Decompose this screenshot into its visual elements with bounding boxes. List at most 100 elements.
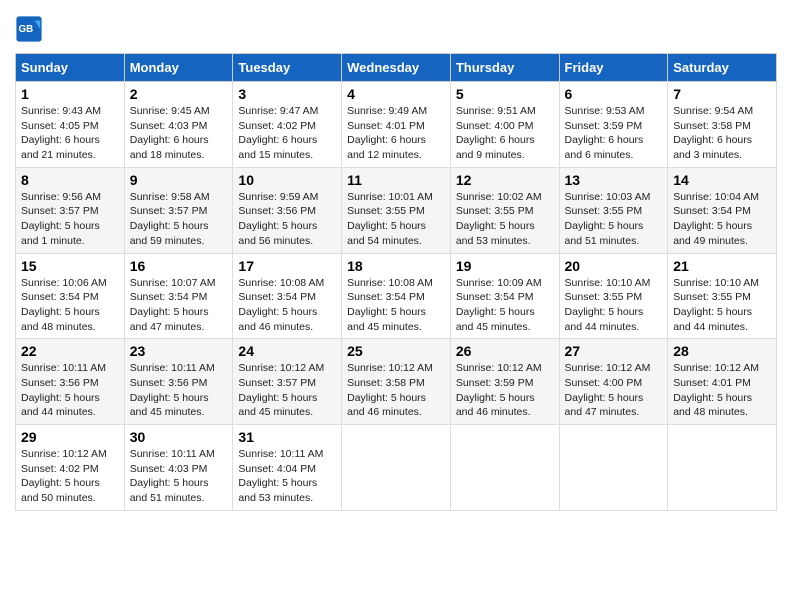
day-number: 8 (21, 172, 119, 188)
svg-text:GB: GB (19, 24, 34, 35)
day-number: 21 (673, 258, 771, 274)
calendar-cell (450, 425, 559, 511)
calendar-cell: 21 Sunrise: 10:10 AMSunset: 3:55 PMDayli… (668, 253, 777, 339)
day-number: 24 (238, 343, 336, 359)
calendar-cell (342, 425, 451, 511)
day-info: Sunrise: 10:09 AMSunset: 3:54 PMDaylight… (456, 277, 542, 333)
day-info: Sunrise: 10:11 AMSunset: 3:56 PMDaylight… (21, 362, 106, 418)
day-info: Sunrise: 9:59 AMSunset: 3:56 PMDaylight:… (238, 191, 318, 247)
col-header-thursday: Thursday (450, 54, 559, 82)
calendar-cell: 19 Sunrise: 10:09 AMSunset: 3:54 PMDayli… (450, 253, 559, 339)
day-number: 2 (130, 86, 228, 102)
day-number: 5 (456, 86, 554, 102)
day-info: Sunrise: 10:12 AMSunset: 4:01 PMDaylight… (673, 362, 759, 418)
day-number: 10 (238, 172, 336, 188)
day-info: Sunrise: 10:12 AMSunset: 3:58 PMDaylight… (347, 362, 433, 418)
calendar-cell: 14 Sunrise: 10:04 AMSunset: 3:54 PMDayli… (668, 167, 777, 253)
day-info: Sunrise: 10:12 AMSunset: 3:57 PMDaylight… (238, 362, 324, 418)
day-info: Sunrise: 10:12 AMSunset: 4:02 PMDaylight… (21, 448, 107, 504)
logo-icon: GB (15, 15, 43, 43)
day-number: 13 (565, 172, 663, 188)
calendar-cell: 12 Sunrise: 10:02 AMSunset: 3:55 PMDayli… (450, 167, 559, 253)
calendar-cell: 7 Sunrise: 9:54 AMSunset: 3:58 PMDayligh… (668, 82, 777, 168)
day-number: 9 (130, 172, 228, 188)
day-info: Sunrise: 9:56 AMSunset: 3:57 PMDaylight:… (21, 191, 101, 247)
day-number: 14 (673, 172, 771, 188)
day-info: Sunrise: 9:49 AMSunset: 4:01 PMDaylight:… (347, 105, 427, 161)
calendar-cell: 17 Sunrise: 10:08 AMSunset: 3:54 PMDayli… (233, 253, 342, 339)
calendar-cell: 28 Sunrise: 10:12 AMSunset: 4:01 PMDayli… (668, 339, 777, 425)
col-header-monday: Monday (124, 54, 233, 82)
day-info: Sunrise: 9:58 AMSunset: 3:57 PMDaylight:… (130, 191, 210, 247)
calendar-cell: 10 Sunrise: 9:59 AMSunset: 3:56 PMDaylig… (233, 167, 342, 253)
day-number: 16 (130, 258, 228, 274)
day-info: Sunrise: 10:08 AMSunset: 3:54 PMDaylight… (238, 277, 324, 333)
day-number: 28 (673, 343, 771, 359)
day-number: 26 (456, 343, 554, 359)
calendar-table: SundayMondayTuesdayWednesdayThursdayFrid… (15, 53, 777, 511)
calendar-cell (559, 425, 668, 511)
calendar-cell: 5 Sunrise: 9:51 AMSunset: 4:00 PMDayligh… (450, 82, 559, 168)
day-number: 27 (565, 343, 663, 359)
calendar-cell: 11 Sunrise: 10:01 AMSunset: 3:55 PMDayli… (342, 167, 451, 253)
header: GB (15, 15, 777, 43)
col-header-friday: Friday (559, 54, 668, 82)
calendar-cell: 29 Sunrise: 10:12 AMSunset: 4:02 PMDayli… (16, 425, 125, 511)
calendar-cell: 25 Sunrise: 10:12 AMSunset: 3:58 PMDayli… (342, 339, 451, 425)
calendar-cell: 23 Sunrise: 10:11 AMSunset: 3:56 PMDayli… (124, 339, 233, 425)
col-header-wednesday: Wednesday (342, 54, 451, 82)
day-info: Sunrise: 9:47 AMSunset: 4:02 PMDaylight:… (238, 105, 318, 161)
day-number: 23 (130, 343, 228, 359)
day-info: Sunrise: 9:43 AMSunset: 4:05 PMDaylight:… (21, 105, 101, 161)
calendar-cell: 22 Sunrise: 10:11 AMSunset: 3:56 PMDayli… (16, 339, 125, 425)
day-number: 7 (673, 86, 771, 102)
day-info: Sunrise: 9:53 AMSunset: 3:59 PMDaylight:… (565, 105, 645, 161)
calendar-cell: 6 Sunrise: 9:53 AMSunset: 3:59 PMDayligh… (559, 82, 668, 168)
day-info: Sunrise: 10:11 AMSunset: 4:03 PMDaylight… (130, 448, 215, 504)
day-info: Sunrise: 10:01 AMSunset: 3:55 PMDaylight… (347, 191, 433, 247)
day-number: 15 (21, 258, 119, 274)
day-number: 19 (456, 258, 554, 274)
day-number: 31 (238, 429, 336, 445)
day-info: Sunrise: 10:12 AMSunset: 4:00 PMDaylight… (565, 362, 651, 418)
calendar-cell (668, 425, 777, 511)
calendar-cell: 26 Sunrise: 10:12 AMSunset: 3:59 PMDayli… (450, 339, 559, 425)
day-number: 25 (347, 343, 445, 359)
col-header-sunday: Sunday (16, 54, 125, 82)
calendar-cell: 16 Sunrise: 10:07 AMSunset: 3:54 PMDayli… (124, 253, 233, 339)
calendar-cell: 3 Sunrise: 9:47 AMSunset: 4:02 PMDayligh… (233, 82, 342, 168)
day-info: Sunrise: 9:51 AMSunset: 4:00 PMDaylight:… (456, 105, 536, 161)
day-info: Sunrise: 10:11 AMSunset: 3:56 PMDaylight… (130, 362, 215, 418)
day-info: Sunrise: 10:10 AMSunset: 3:55 PMDaylight… (673, 277, 759, 333)
day-info: Sunrise: 10:11 AMSunset: 4:04 PMDaylight… (238, 448, 323, 504)
calendar-cell: 15 Sunrise: 10:06 AMSunset: 3:54 PMDayli… (16, 253, 125, 339)
day-number: 22 (21, 343, 119, 359)
calendar-cell: 30 Sunrise: 10:11 AMSunset: 4:03 PMDayli… (124, 425, 233, 511)
day-number: 6 (565, 86, 663, 102)
calendar-cell: 20 Sunrise: 10:10 AMSunset: 3:55 PMDayli… (559, 253, 668, 339)
day-info: Sunrise: 10:07 AMSunset: 3:54 PMDaylight… (130, 277, 216, 333)
day-number: 4 (347, 86, 445, 102)
day-number: 3 (238, 86, 336, 102)
calendar-cell: 31 Sunrise: 10:11 AMSunset: 4:04 PMDayli… (233, 425, 342, 511)
calendar-cell: 4 Sunrise: 9:49 AMSunset: 4:01 PMDayligh… (342, 82, 451, 168)
calendar-cell: 13 Sunrise: 10:03 AMSunset: 3:55 PMDayli… (559, 167, 668, 253)
day-info: Sunrise: 10:10 AMSunset: 3:55 PMDaylight… (565, 277, 651, 333)
day-info: Sunrise: 10:03 AMSunset: 3:55 PMDaylight… (565, 191, 651, 247)
day-number: 20 (565, 258, 663, 274)
day-info: Sunrise: 10:02 AMSunset: 3:55 PMDaylight… (456, 191, 542, 247)
day-number: 18 (347, 258, 445, 274)
logo: GB (15, 15, 47, 43)
calendar-cell: 9 Sunrise: 9:58 AMSunset: 3:57 PMDayligh… (124, 167, 233, 253)
day-info: Sunrise: 10:12 AMSunset: 3:59 PMDaylight… (456, 362, 542, 418)
day-number: 30 (130, 429, 228, 445)
day-number: 29 (21, 429, 119, 445)
day-info: Sunrise: 10:04 AMSunset: 3:54 PMDaylight… (673, 191, 759, 247)
calendar-cell: 27 Sunrise: 10:12 AMSunset: 4:00 PMDayli… (559, 339, 668, 425)
day-info: Sunrise: 10:06 AMSunset: 3:54 PMDaylight… (21, 277, 107, 333)
day-info: Sunrise: 9:54 AMSunset: 3:58 PMDaylight:… (673, 105, 753, 161)
day-info: Sunrise: 9:45 AMSunset: 4:03 PMDaylight:… (130, 105, 210, 161)
calendar-cell: 18 Sunrise: 10:08 AMSunset: 3:54 PMDayli… (342, 253, 451, 339)
calendar-cell: 2 Sunrise: 9:45 AMSunset: 4:03 PMDayligh… (124, 82, 233, 168)
calendar-cell: 1 Sunrise: 9:43 AMSunset: 4:05 PMDayligh… (16, 82, 125, 168)
